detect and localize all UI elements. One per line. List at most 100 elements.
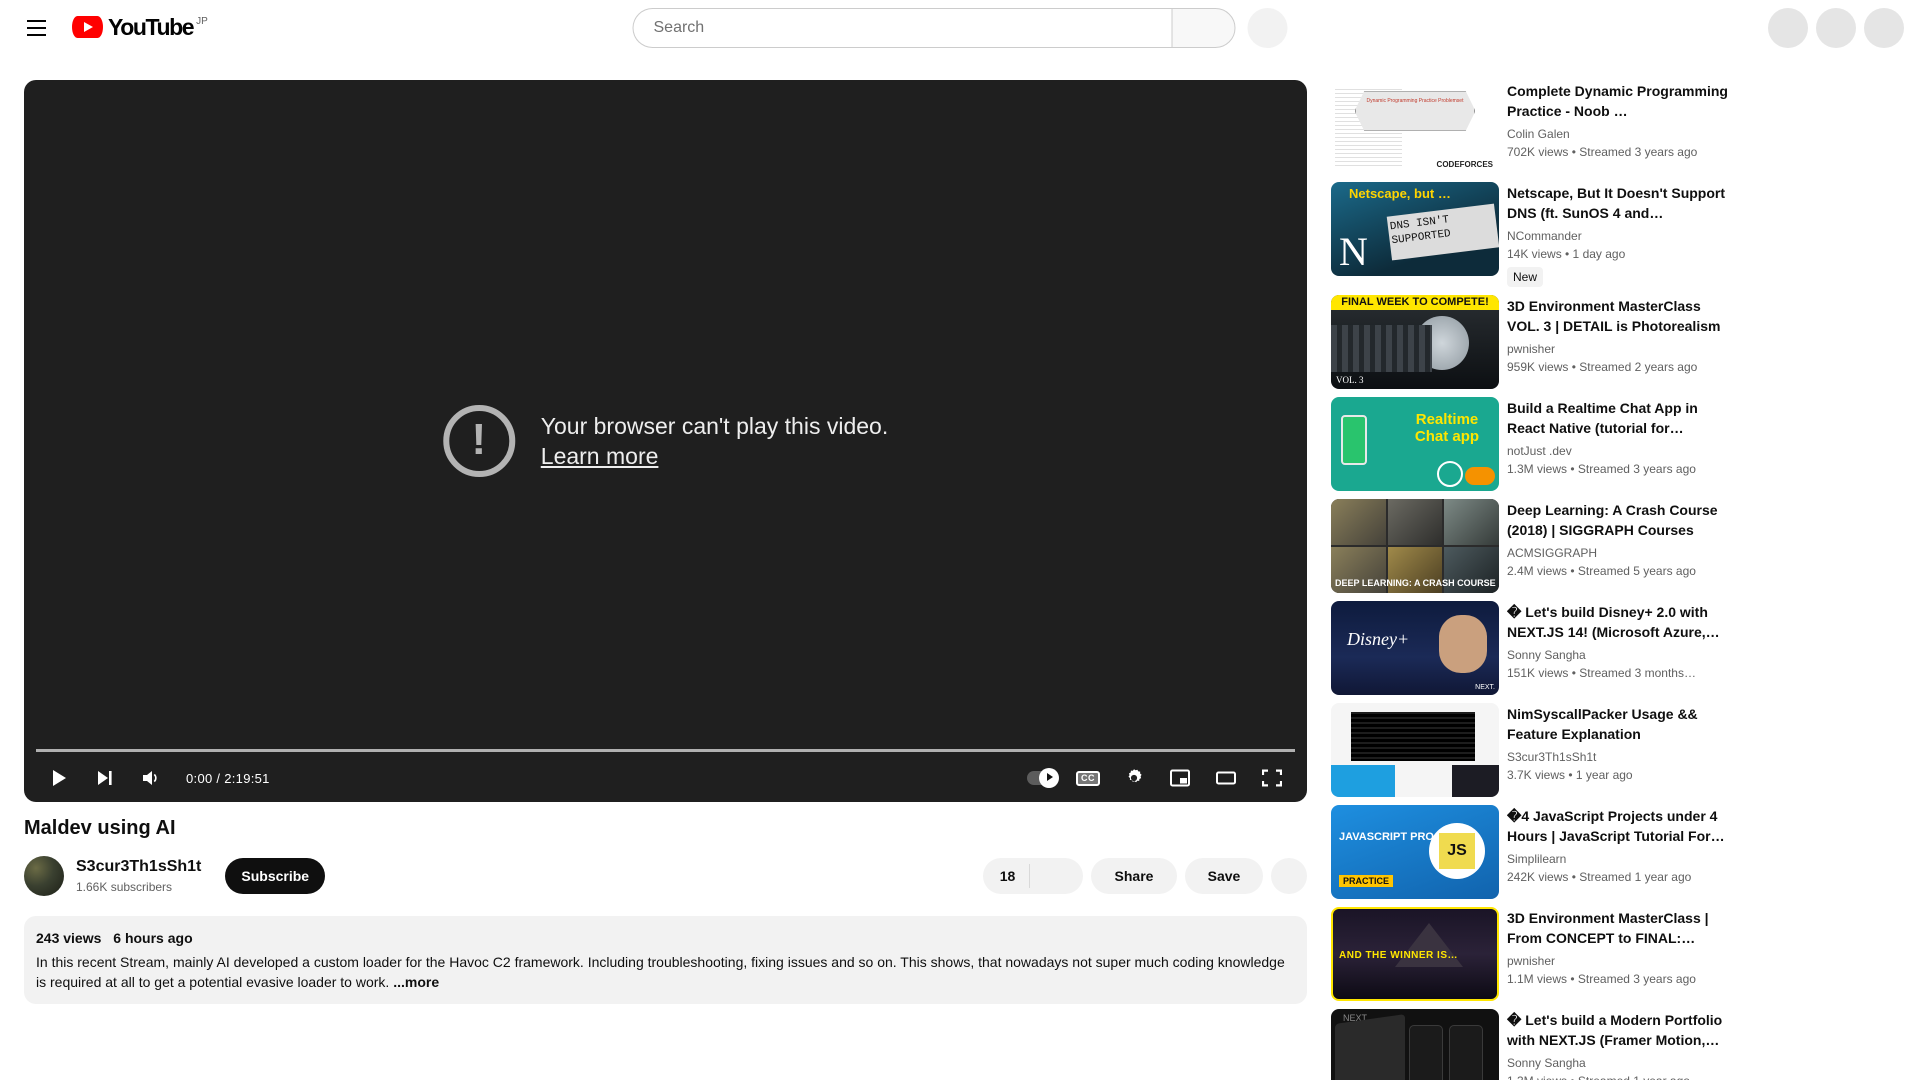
description-more-link[interactable]: ...more [393, 974, 439, 990]
video-player[interactable]: ! Your browser can't play this video. Le… [24, 80, 1307, 802]
autoplay-switch[interactable] [1027, 768, 1059, 788]
list-item-meta: Deep Learning: A Crash Course (2018) | S… [1507, 499, 1733, 593]
theater-mode-icon[interactable] [1203, 754, 1249, 802]
js-logo-text: JS [1439, 833, 1475, 869]
account-avatar-button[interactable] [1864, 8, 1904, 48]
notifications-button[interactable] [1816, 8, 1856, 48]
youtube-logo-text: YouTube [108, 14, 195, 40]
thumbnail-art-3 [1451, 765, 1499, 797]
recommended-video-channel[interactable]: ACMSIGGRAPH [1507, 544, 1733, 562]
save-button[interactable]: Save [1185, 858, 1263, 894]
video-thumbnail[interactable]: FINAL WEEK TO COMPETE! VOL. 3 [1331, 295, 1499, 389]
recommended-video-channel[interactable]: pwnisher [1507, 952, 1733, 970]
recommended-video-title[interactable]: �4 JavaScript Projects under 4 Hours | J… [1507, 806, 1733, 846]
search-button[interactable] [1171, 8, 1236, 48]
thumbnail-letter: N [1339, 229, 1368, 274]
recommendations-sidebar: Dynamic Programming Practice Problemset … [1331, 80, 1733, 1080]
progress-track[interactable] [36, 749, 1295, 752]
list-item-meta: Build a Realtime Chat App in React Nativ… [1507, 397, 1733, 491]
next-track-icon[interactable] [82, 754, 128, 802]
list-item[interactable]: NEXT. � Let's build a Modern Portfolio w… [1331, 1009, 1733, 1080]
video-thumbnail[interactable]: Disney+ NEXT. [1331, 601, 1499, 695]
thumbnail-caption: Disney+ [1347, 629, 1410, 649]
search-form [632, 8, 1236, 48]
avatar[interactable] [24, 856, 64, 896]
list-item[interactable]: NimSyscallPacker Usage && Feature Explan… [1331, 703, 1733, 797]
list-item-meta: 3D Environment MasterClass VOL. 3 | DETA… [1507, 295, 1733, 389]
captions-label: CC [1076, 770, 1100, 786]
video-thumbnail[interactable]: Netscape, but … N DNS ISN'T SUPPORTED [1331, 182, 1499, 276]
list-item[interactable]: JAVASCRIPT PROJECTS PRACTICE JS �4 JavaS… [1331, 805, 1733, 899]
video-thumbnail[interactable] [1331, 703, 1499, 797]
description-box[interactable]: 243 views 6 hours ago In this recent Str… [24, 916, 1307, 1004]
thumbnail-sign: DNS ISN'T SUPPORTED [1386, 203, 1499, 261]
thumbnail-caption: AND THE WINNER IS… [1339, 950, 1458, 962]
list-item[interactable]: Realtime Chat app Build a Realtime Chat … [1331, 397, 1733, 491]
list-item[interactable]: Netscape, but … N DNS ISN'T SUPPORTED Ne… [1331, 182, 1733, 287]
video-thumbnail[interactable]: DEEP LEARNING: A CRASH COURSE [1331, 499, 1499, 593]
video-thumbnail[interactable]: NEXT. [1331, 1009, 1499, 1080]
list-item[interactable]: AND THE WINNER IS… 3D Environment Master… [1331, 907, 1733, 1001]
video-thumbnail[interactable]: AND THE WINNER IS… [1331, 907, 1499, 1001]
page-content: ! Your browser can't play this video. Le… [0, 56, 1920, 1080]
thumbnail-art [1341, 415, 1367, 465]
hamburger-menu-icon[interactable] [16, 8, 56, 48]
recommended-video-title[interactable]: � Let's build a Modern Portfolio with NE… [1507, 1010, 1733, 1050]
miniplayer-icon[interactable] [1157, 754, 1203, 802]
status-badge: New [1507, 267, 1544, 287]
recommended-video-channel[interactable]: S3cur3Th1sSh1t [1507, 748, 1733, 766]
video-thumbnail[interactable]: JAVASCRIPT PROJECTS PRACTICE JS [1331, 805, 1499, 899]
thumbnail-art-2 [1331, 765, 1395, 797]
autoplay-toggle[interactable] [1019, 754, 1065, 802]
recommended-video-title[interactable]: � Let's build Disney+ 2.0 with NEXT.JS 1… [1507, 602, 1733, 642]
fullscreen-icon[interactable] [1249, 754, 1295, 802]
recommended-video-title[interactable]: Netscape, But It Doesn't Support DNS (ft… [1507, 183, 1733, 223]
list-item[interactable]: Disney+ NEXT. � Let's build Disney+ 2.0 … [1331, 601, 1733, 695]
thumbnail-caption: DEEP LEARNING: A CRASH COURSE [1335, 578, 1496, 588]
recommended-video-title[interactable]: Complete Dynamic Programming Practice - … [1507, 81, 1733, 121]
thumbnail-art [1439, 615, 1487, 673]
more-actions-button[interactable] [1271, 858, 1307, 894]
owner-row: S3cur3Th1sSh1t 1.66K subscribers Subscri… [24, 852, 1307, 900]
recommended-video-channel[interactable]: pwnisher [1507, 340, 1733, 358]
list-item[interactable]: Dynamic Programming Practice Problemset … [1331, 80, 1733, 174]
recommended-video-title[interactable]: 3D Environment MasterClass VOL. 3 | DETA… [1507, 296, 1733, 336]
recommended-video-channel[interactable]: Sonny Sangha [1507, 646, 1733, 664]
create-video-button[interactable] [1768, 8, 1808, 48]
autoplay-knob [1039, 768, 1059, 788]
recommended-video-title[interactable]: Build a Realtime Chat App in React Nativ… [1507, 398, 1733, 438]
recommended-video-channel[interactable]: Simplilearn [1507, 850, 1733, 868]
recommended-video-channel[interactable]: NCommander [1507, 227, 1733, 245]
recommended-video-title[interactable]: 3D Environment MasterClass | From CONCEP… [1507, 908, 1733, 948]
search-input[interactable] [632, 8, 1172, 48]
list-item-meta: � Let's build a Modern Portfolio with NE… [1507, 1009, 1733, 1080]
learn-more-link[interactable]: Learn more [541, 441, 888, 471]
description-text: In this recent Stream, mainly AI develop… [36, 952, 1295, 992]
aws-logo-icon [1465, 467, 1495, 485]
share-button[interactable]: Share [1091, 858, 1177, 894]
thumbnail-caption: Realtime Chat app [1414, 411, 1480, 445]
thumbnail-art-3 [1449, 1025, 1483, 1080]
video-thumbnail[interactable]: Dynamic Programming Practice Problemset … [1331, 80, 1499, 174]
video-thumbnail[interactable]: Realtime Chat app [1331, 397, 1499, 491]
youtube-logo[interactable]: YouTube JP [72, 8, 208, 48]
gear-icon[interactable] [1111, 754, 1157, 802]
list-item[interactable]: FINAL WEEK TO COMPETE! VOL. 3 3D Environ… [1331, 295, 1733, 389]
list-item[interactable]: DEEP LEARNING: A CRASH COURSE Deep Learn… [1331, 499, 1733, 593]
subscribe-button[interactable]: Subscribe [225, 858, 326, 894]
recommended-video-channel[interactable]: Colin Galen [1507, 125, 1733, 143]
view-count: 243 views [36, 930, 102, 946]
play-icon[interactable] [36, 754, 82, 802]
recommended-video-title[interactable]: NimSyscallPacker Usage && Feature Explan… [1507, 704, 1733, 744]
like-dislike-group[interactable]: 18 [983, 858, 1083, 894]
volume-icon[interactable] [128, 754, 174, 802]
js-logo-icon: JS [1429, 823, 1485, 879]
recommended-video-channel[interactable]: Sonny Sangha [1507, 1054, 1733, 1072]
voice-search-button[interactable] [1247, 8, 1288, 48]
recommended-video-channel[interactable]: notJust .dev [1507, 442, 1733, 460]
channel-name[interactable]: S3cur3Th1sSh1t [76, 856, 201, 878]
captions-icon[interactable]: CC [1065, 754, 1111, 802]
search-area [632, 8, 1288, 48]
recommended-video-title[interactable]: Deep Learning: A Crash Course (2018) | S… [1507, 500, 1733, 540]
page-title: Maldev using AI [24, 817, 176, 839]
